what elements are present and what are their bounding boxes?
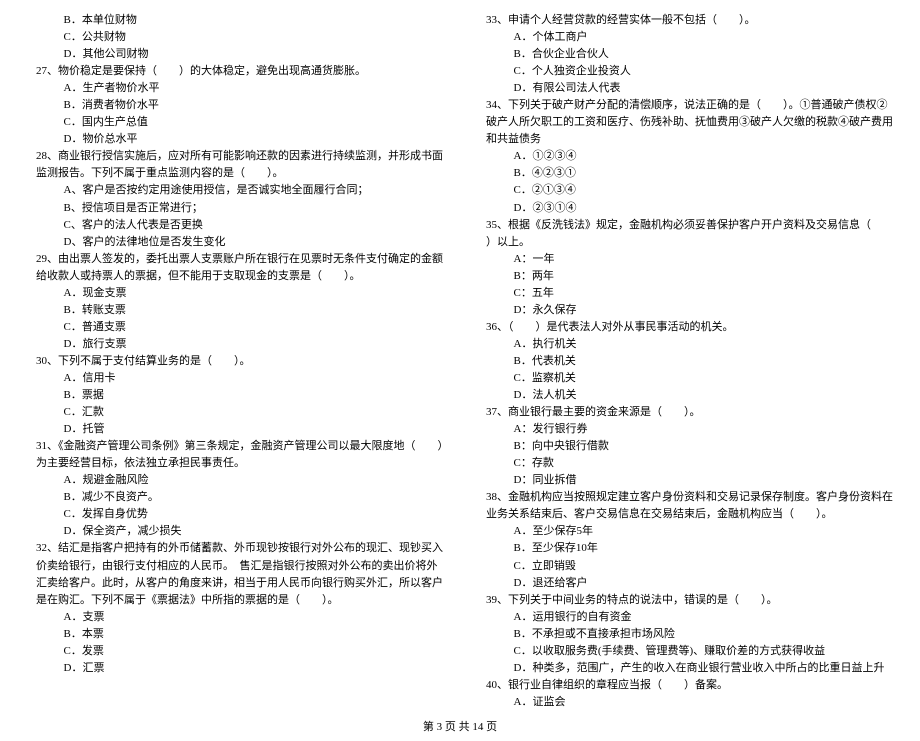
right-line: 40、银行业自律组织的章程应当报（ ）备案。 — [475, 677, 895, 694]
right-line: A．运用银行的自有资金 — [475, 609, 895, 626]
right-line: C．②①③④ — [475, 182, 895, 199]
right-line: D．种类多，范围广，产生的收入在商业银行营业收入中所占的比重日益上升 — [475, 660, 895, 677]
right-line: A．执行机关 — [475, 336, 895, 353]
right-line: C：五年 — [475, 285, 895, 302]
right-line: A．①②③④ — [475, 148, 895, 165]
right-line: 36、（ ）是代表法人对外从事民事活动的机关。 — [475, 319, 895, 336]
right-line: 38、金融机构应当按照规定建立客户身份资料和交易记录保存制度。客户身份资料在业务… — [475, 489, 895, 523]
left-line: 29、由出票人签发的，委托出票人支票账户所在银行在见票时无条件支付确定的金额给收… — [25, 251, 445, 285]
left-line: D．物价总水平 — [25, 131, 445, 148]
left-line: C．发挥自身优势 — [25, 506, 445, 523]
right-line: C：存款 — [475, 455, 895, 472]
right-line: B．④②③① — [475, 165, 895, 182]
left-line: A．现金支票 — [25, 285, 445, 302]
left-line: B．本票 — [25, 626, 445, 643]
right-line: 35、根据《反洗钱法》规定，金融机构必须妥善保护客户开户资料及交易信息（ ）以上… — [475, 217, 895, 251]
right-line: C．立即销毁 — [475, 558, 895, 575]
left-line: C．发票 — [25, 643, 445, 660]
right-line: B．代表机关 — [475, 353, 895, 370]
left-line: A．支票 — [25, 609, 445, 626]
left-line: B．减少不良资产。 — [25, 489, 445, 506]
right-line: D．有限公司法人代表 — [475, 80, 895, 97]
left-line: A．信用卡 — [25, 370, 445, 387]
right-line: A：发行银行券 — [475, 421, 895, 438]
right-line: B：两年 — [475, 268, 895, 285]
right-line: B．不承担或不直接承担市场风险 — [475, 626, 895, 643]
right-line: C．以收取服务费(手续费、管理费等)、赚取价差的方式获得收益 — [475, 643, 895, 660]
left-line: D．汇票 — [25, 660, 445, 677]
right-line: 33、申请个人经营贷款的经营实体一般不包括（ ）。 — [475, 12, 895, 29]
left-line: B．消费者物价水平 — [25, 97, 445, 114]
left-line: A、客户是否按约定用途使用授信，是否诚实地全面履行合同； — [25, 182, 445, 199]
right-line: D．②③①④ — [475, 200, 895, 217]
left-line: B．本单位财物 — [25, 12, 445, 29]
left-line: 28、商业银行授信实施后，应对所有可能影响还款的因素进行持续监测，并形成书面监测… — [25, 148, 445, 182]
left-line: D．保全资产，减少损失 — [25, 523, 445, 540]
two-column-layout: B．本单位财物C．公共财物D．其他公司财物27、物价稳定是要保持（ ）的大体稳定… — [25, 12, 895, 711]
right-line: D：永久保存 — [475, 302, 895, 319]
left-line: C．国内生产总值 — [25, 114, 445, 131]
left-line: C．公共财物 — [25, 29, 445, 46]
left-line: D．其他公司财物 — [25, 46, 445, 63]
left-line: A．规避金融风险 — [25, 472, 445, 489]
right-line: 37、商业银行最主要的资金来源是（ ）。 — [475, 404, 895, 421]
right-line: C．个人独资企业投资人 — [475, 63, 895, 80]
left-line: D、客户的法律地位是否发生变化 — [25, 234, 445, 251]
left-line: C、客户的法人代表是否更换 — [25, 217, 445, 234]
left-line: A．生产者物价水平 — [25, 80, 445, 97]
right-line: A．至少保存5年 — [475, 523, 895, 540]
left-line: B、授信项目是否正常进行； — [25, 200, 445, 217]
left-line: B．转账支票 — [25, 302, 445, 319]
right-line: 34、下列关于破产财产分配的清偿顺序，说法正确的是（ ）。①普通破产债权②破产人… — [475, 97, 895, 148]
left-column: B．本单位财物C．公共财物D．其他公司财物27、物价稳定是要保持（ ）的大体稳定… — [25, 12, 445, 711]
right-line: D．退还给客户 — [475, 575, 895, 592]
right-line: D：同业拆借 — [475, 472, 895, 489]
left-line: 32、结汇是指客户把持有的外币储蓄款、外币现钞按银行对外公布的现汇、现钞买入价卖… — [25, 540, 445, 608]
right-line: A．个体工商户 — [475, 29, 895, 46]
right-line: B：向中央银行借款 — [475, 438, 895, 455]
right-column: 33、申请个人经营贷款的经营实体一般不包括（ ）。A．个体工商户B．合伙企业合伙… — [475, 12, 895, 711]
left-line: 30、下列不属于支付结算业务的是（ ）。 — [25, 353, 445, 370]
right-line: D．法人机关 — [475, 387, 895, 404]
left-line: D．旅行支票 — [25, 336, 445, 353]
right-line: A：一年 — [475, 251, 895, 268]
left-line: 27、物价稳定是要保持（ ）的大体稳定，避免出现高通货膨胀。 — [25, 63, 445, 80]
left-line: 31、《金融资产管理公司条例》第三条规定，金融资产管理公司以最大限度地（ ）为主… — [25, 438, 445, 472]
right-line: C．监察机关 — [475, 370, 895, 387]
left-line: B．票据 — [25, 387, 445, 404]
left-line: C．汇款 — [25, 404, 445, 421]
right-line: B．合伙企业合伙人 — [475, 46, 895, 63]
right-line: B．至少保存10年 — [475, 540, 895, 557]
right-line: A．证监会 — [475, 694, 895, 711]
left-line: D．托管 — [25, 421, 445, 438]
page-footer: 第 3 页 共 14 页 — [25, 719, 895, 736]
right-line: 39、下列关于中间业务的特点的说法中，错误的是（ ）。 — [475, 592, 895, 609]
left-line: C．普通支票 — [25, 319, 445, 336]
